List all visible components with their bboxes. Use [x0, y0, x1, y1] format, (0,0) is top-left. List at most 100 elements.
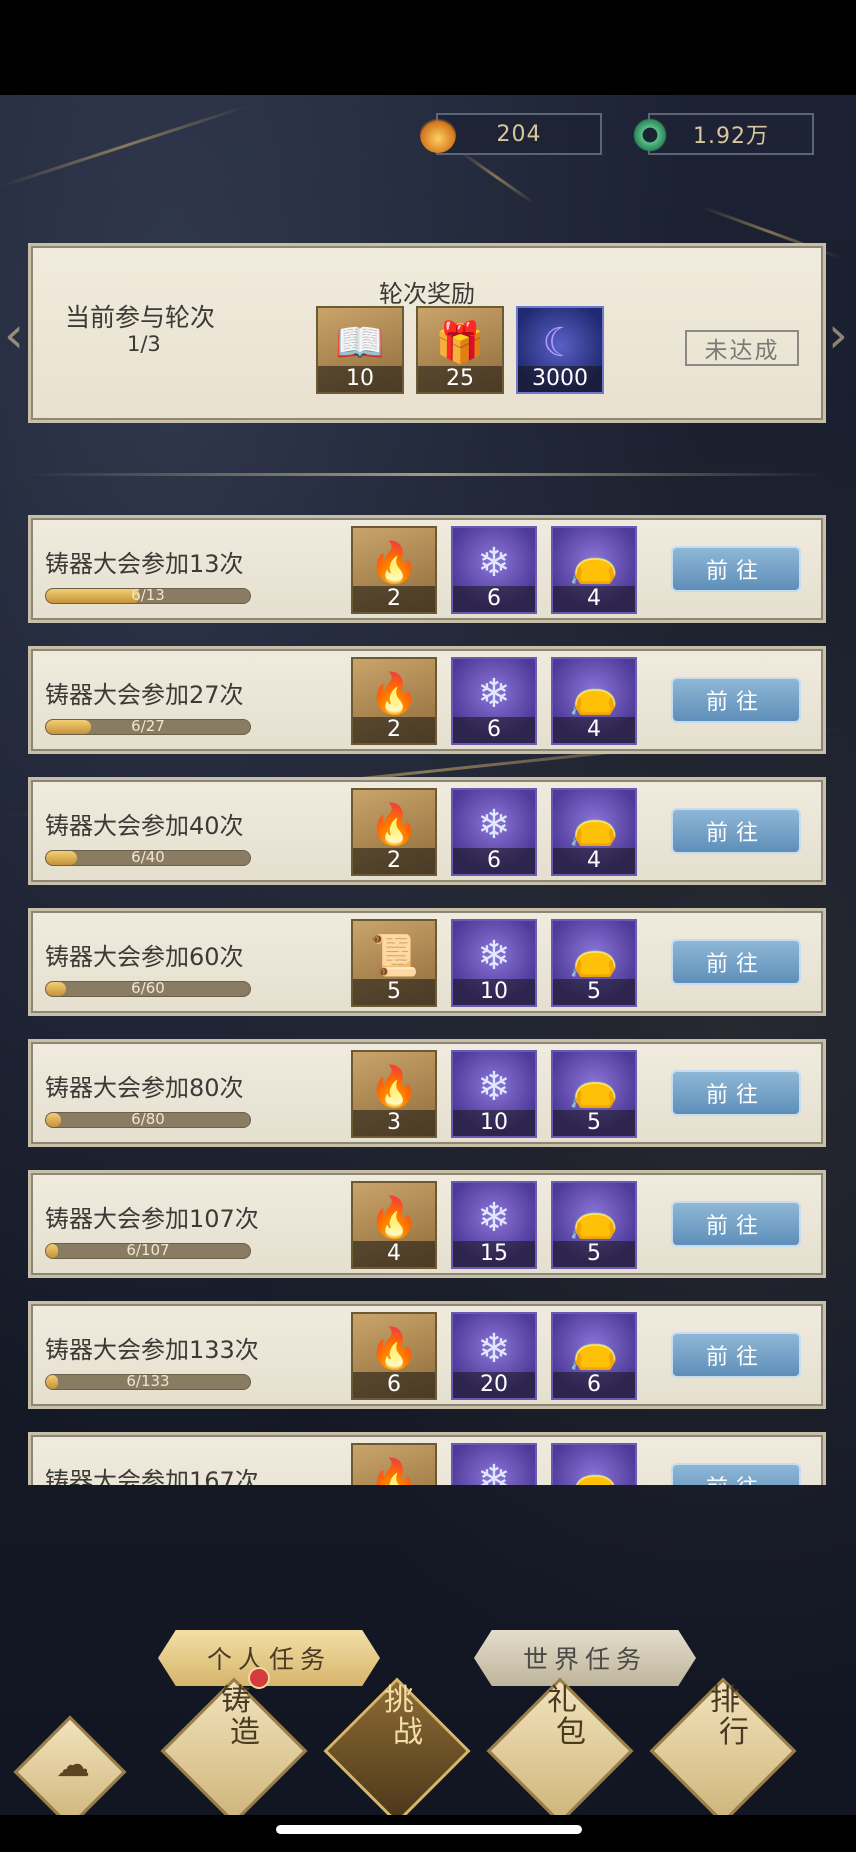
task-row: 铸器大会参加167次 🔥 ❄ 👝 前往: [28, 1432, 826, 1485]
scroll-book-icon: 📖: [335, 320, 385, 367]
reward-item[interactable]: ❄ 15: [451, 1181, 537, 1269]
go-button[interactable]: 前往: [671, 939, 801, 985]
reward-item[interactable]: ❄ 10: [451, 1050, 537, 1138]
reward-item[interactable]: 🔥 6: [351, 1312, 437, 1400]
task-list[interactable]: 铸器大会参加13次 6/13 🔥 2 ❄ 6 👝 4 前往 铸器大会参加27次 6/27 🔥 2 ❄ 6 👝 4…: [0, 515, 856, 1485]
currency-value: 1.92万: [693, 124, 769, 149]
reward-qty: 4: [553, 717, 635, 743]
pouch-icon: 👝: [569, 1064, 619, 1111]
go-button[interactable]: 前往: [671, 1332, 801, 1378]
reward-item[interactable]: ❄ 6: [451, 526, 537, 614]
reward-item[interactable]: ❄: [451, 1443, 537, 1485]
reward-qty: 6: [453, 848, 535, 874]
reward-item[interactable]: 👝 4: [551, 788, 637, 876]
reward-item[interactable]: 🔥: [351, 1443, 437, 1485]
round-reward-panel: 当前参与轮次 1/3 轮次奖励 📖 10 🎁 25 ☾ 3000 未达成: [28, 243, 826, 423]
reward-item[interactable]: 🔥 2: [351, 788, 437, 876]
pouch-icon: 👝: [569, 1195, 619, 1242]
reward-qty: 4: [353, 1241, 435, 1267]
pouch-icon: 👝: [569, 933, 619, 980]
decor-streak: [459, 150, 535, 205]
go-button[interactable]: 前往: [671, 546, 801, 592]
progress-text: 6/107: [126, 1241, 170, 1259]
flame-icon: 🔥: [369, 540, 419, 587]
tab-world-tasks[interactable]: 世界任务: [474, 1630, 696, 1686]
reward-qty: 5: [553, 1110, 635, 1136]
reward-item[interactable]: ❄ 20: [451, 1312, 537, 1400]
task-row: 铸器大会参加60次 6/60 📜 5 ❄ 10 👝 5 前往: [28, 908, 826, 1016]
reward-item[interactable]: 🔥 2: [351, 526, 437, 614]
reward-item[interactable]: 👝 5: [551, 1181, 637, 1269]
reward-qty: 20: [453, 1372, 535, 1398]
reward-item[interactable]: 👝: [551, 1443, 637, 1485]
flame-icon: 🔥: [369, 802, 419, 849]
reward-item[interactable]: 📖 10: [316, 306, 404, 394]
flame-icon: [420, 117, 456, 153]
next-arrow-icon[interactable]: ›: [828, 295, 854, 375]
task-name: 铸器大会参加107次: [45, 1205, 259, 1233]
nav-challenge-label: 挑战: [384, 1683, 423, 1750]
reward-qty: 6: [353, 1372, 435, 1398]
reward-qty: 6: [453, 586, 535, 612]
round-reward-title: 轮次奖励: [379, 280, 475, 308]
prev-arrow-icon[interactable]: ‹: [4, 295, 30, 375]
progress-text: 6/60: [131, 979, 165, 997]
reward-item[interactable]: ❄ 10: [451, 919, 537, 1007]
reward-item[interactable]: 👝 4: [551, 657, 637, 745]
flame-icon: 🔥: [369, 1457, 419, 1485]
go-button[interactable]: 前往: [671, 1070, 801, 1116]
round-status-stamp: 未达成: [685, 330, 799, 366]
task-name: 铸器大会参加133次: [45, 1336, 259, 1364]
go-button[interactable]: 前往: [671, 1201, 801, 1247]
reward-item[interactable]: ❄ 6: [451, 657, 537, 745]
task-name: 铸器大会参加13次: [45, 550, 244, 578]
reward-qty: 2: [353, 848, 435, 874]
task-row: 铸器大会参加40次 6/40 🔥 2 ❄ 6 👝 4 前往: [28, 777, 826, 885]
reward-item[interactable]: 👝 5: [551, 1050, 637, 1138]
go-button[interactable]: 前往: [671, 808, 801, 854]
nav-gift-label: 礼包: [547, 1683, 586, 1750]
reward-qty: 4: [553, 848, 635, 874]
task-row: 铸器大会参加13次 6/13 🔥 2 ❄ 6 👝 4 前往: [28, 515, 826, 623]
reward-item[interactable]: 🔥 4: [351, 1181, 437, 1269]
go-button[interactable]: 前往: [671, 677, 801, 723]
reward-qty: 15: [453, 1241, 535, 1267]
reward-item[interactable]: 🎁 25: [416, 306, 504, 394]
home-indicator: [276, 1825, 582, 1834]
crystal-ore-icon: ❄: [477, 933, 511, 980]
reward-item[interactable]: 👝 4: [551, 526, 637, 614]
task-name: 铸器大会参加167次: [45, 1467, 259, 1485]
round-label: 当前参与轮次: [65, 303, 216, 332]
reward-item[interactable]: 📜 5: [351, 919, 437, 1007]
task-name: 铸器大会参加80次: [45, 1074, 244, 1102]
jade-treasure-icon: 🎁: [435, 320, 485, 367]
reward-item[interactable]: ❄ 6: [451, 788, 537, 876]
progress-text: 6/40: [131, 848, 165, 866]
task-name: 铸器大会参加60次: [45, 943, 244, 971]
notification-dot: [248, 1667, 270, 1689]
decor-streak: [0, 104, 248, 188]
task-name: 铸器大会参加27次: [45, 681, 244, 709]
reward-qty: 10: [318, 366, 402, 392]
flame-icon: 🔥: [369, 1326, 419, 1373]
reward-item[interactable]: 👝 5: [551, 919, 637, 1007]
flame-icon: 🔥: [369, 671, 419, 718]
crystal-ore-icon: ❄: [477, 671, 511, 718]
reward-qty: 10: [453, 979, 535, 1005]
reward-item[interactable]: 🔥 3: [351, 1050, 437, 1138]
nav-ranking-label: 排行: [710, 1683, 749, 1750]
reward-item[interactable]: ☾ 3000: [516, 306, 604, 394]
game-screen: 20 4 1.92万 ‹ › 当前参与轮次 1/3 轮次奖励 📖 10 🎁 25 …: [0, 95, 856, 1815]
reward-qty: 5: [553, 1241, 635, 1267]
reward-qty: 6: [453, 717, 535, 743]
crystal-ore-icon: ❄: [477, 802, 511, 849]
reward-qty: 5: [553, 979, 635, 1005]
reward-item[interactable]: 🔥 2: [351, 657, 437, 745]
reward-qty: 2: [353, 717, 435, 743]
crystal-ore-icon: ❄: [477, 1195, 511, 1242]
crystal-ore-icon: ❄: [477, 1326, 511, 1373]
reward-qty: 4: [553, 586, 635, 612]
reward-item[interactable]: 👝 6: [551, 1312, 637, 1400]
task-row: 铸器大会参加107次 6/107 🔥 4 ❄ 15 👝 5 前往: [28, 1170, 826, 1278]
go-button[interactable]: 前往: [671, 1463, 801, 1485]
